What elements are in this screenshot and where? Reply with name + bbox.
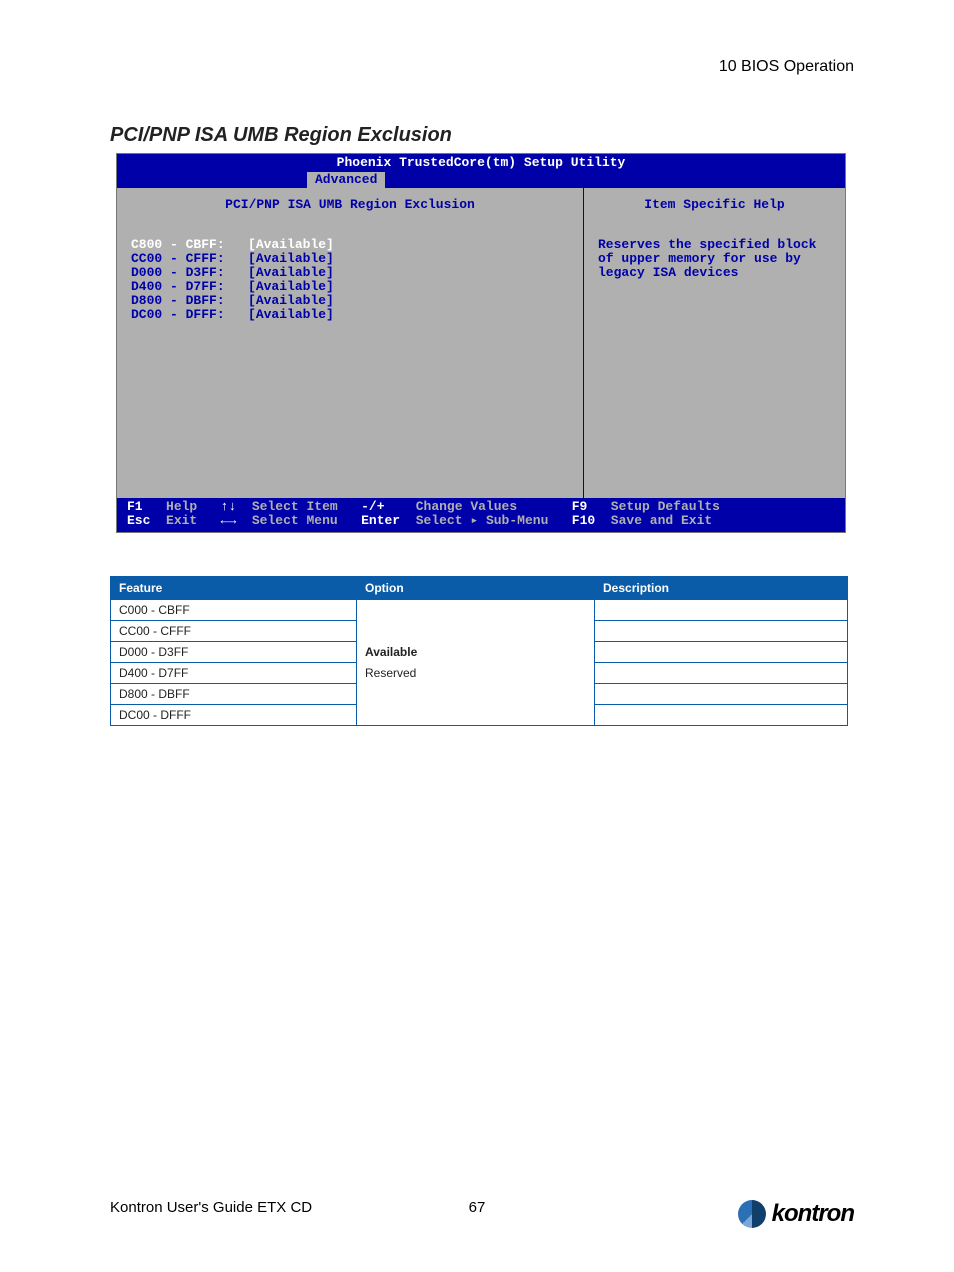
description-cell: [595, 642, 848, 663]
description-cell: [595, 600, 848, 621]
bios-screenshot: Phoenix TrustedCore(tm) Setup Utility Ad…: [116, 153, 846, 533]
feature-cell: C000 - CBFF: [111, 600, 357, 621]
feature-table: Feature Option Description C000 - CBFF C…: [110, 576, 848, 726]
bios-title-bar: Phoenix TrustedCore(tm) Setup Utility: [117, 154, 845, 172]
feature-cell: D400 - D7FF: [111, 663, 357, 684]
description-cell: [595, 684, 848, 705]
description-cell: [595, 705, 848, 726]
bios-panel-title: PCI/PNP ISA UMB Region Exclusion: [131, 198, 569, 212]
feature-cell: DC00 - DFFF: [111, 705, 357, 726]
feature-cell: D000 - D3FF: [111, 642, 357, 663]
bios-row: C800 - CBFF: [Available]: [131, 238, 569, 252]
bios-help-panel: Item Specific Help Reserves the specifie…: [584, 188, 845, 506]
chapter-heading: 10 BIOS Operation: [719, 58, 854, 76]
bios-body: PCI/PNP ISA UMB Region Exclusion C800 - …: [117, 188, 845, 506]
bios-row: D800 - DBFF: [Available]: [131, 294, 569, 308]
option-cell: Reserved: [357, 663, 595, 684]
option-cell: [357, 684, 595, 705]
th-option: Option: [357, 577, 595, 600]
option-cell: [357, 621, 595, 642]
bios-menu: Advanced: [117, 172, 845, 188]
feature-cell: CC00 - CFFF: [111, 621, 357, 642]
brand-name: kontron: [772, 1200, 854, 1228]
bios-row: D000 - D3FF: [Available]: [131, 266, 569, 280]
bios-menu-advanced: Advanced: [307, 172, 385, 188]
th-description: Description: [595, 577, 848, 600]
bios-row: DC00 - DFFF: [Available]: [131, 308, 569, 322]
th-feature: Feature: [111, 577, 357, 600]
bios-row: CC00 - CFFF: [Available]: [131, 252, 569, 266]
option-cell: Available: [357, 642, 595, 663]
option-cell: [357, 600, 595, 621]
section-title: PCI/PNP ISA UMB Region Exclusion: [110, 124, 452, 147]
bios-help-title: Item Specific Help: [598, 198, 831, 212]
bios-row: D400 - D7FF: [Available]: [131, 280, 569, 294]
bios-footer: F1 Help ↑↓ Select Item -/+ Change Values…: [117, 498, 845, 532]
bios-rows: C800 - CBFF: [Available]CC00 - CFFF: [Av…: [131, 238, 569, 322]
logo-swirl-icon: [738, 1200, 766, 1228]
feature-cell: D800 - DBFF: [111, 684, 357, 705]
description-cell: [595, 621, 848, 642]
bios-help-text: Reserves the specified block of upper me…: [598, 238, 831, 280]
description-cell: [595, 663, 848, 684]
bios-left-panel: PCI/PNP ISA UMB Region Exclusion C800 - …: [117, 188, 584, 506]
option-cell: [357, 705, 595, 726]
brand-logo: kontron: [738, 1200, 854, 1228]
